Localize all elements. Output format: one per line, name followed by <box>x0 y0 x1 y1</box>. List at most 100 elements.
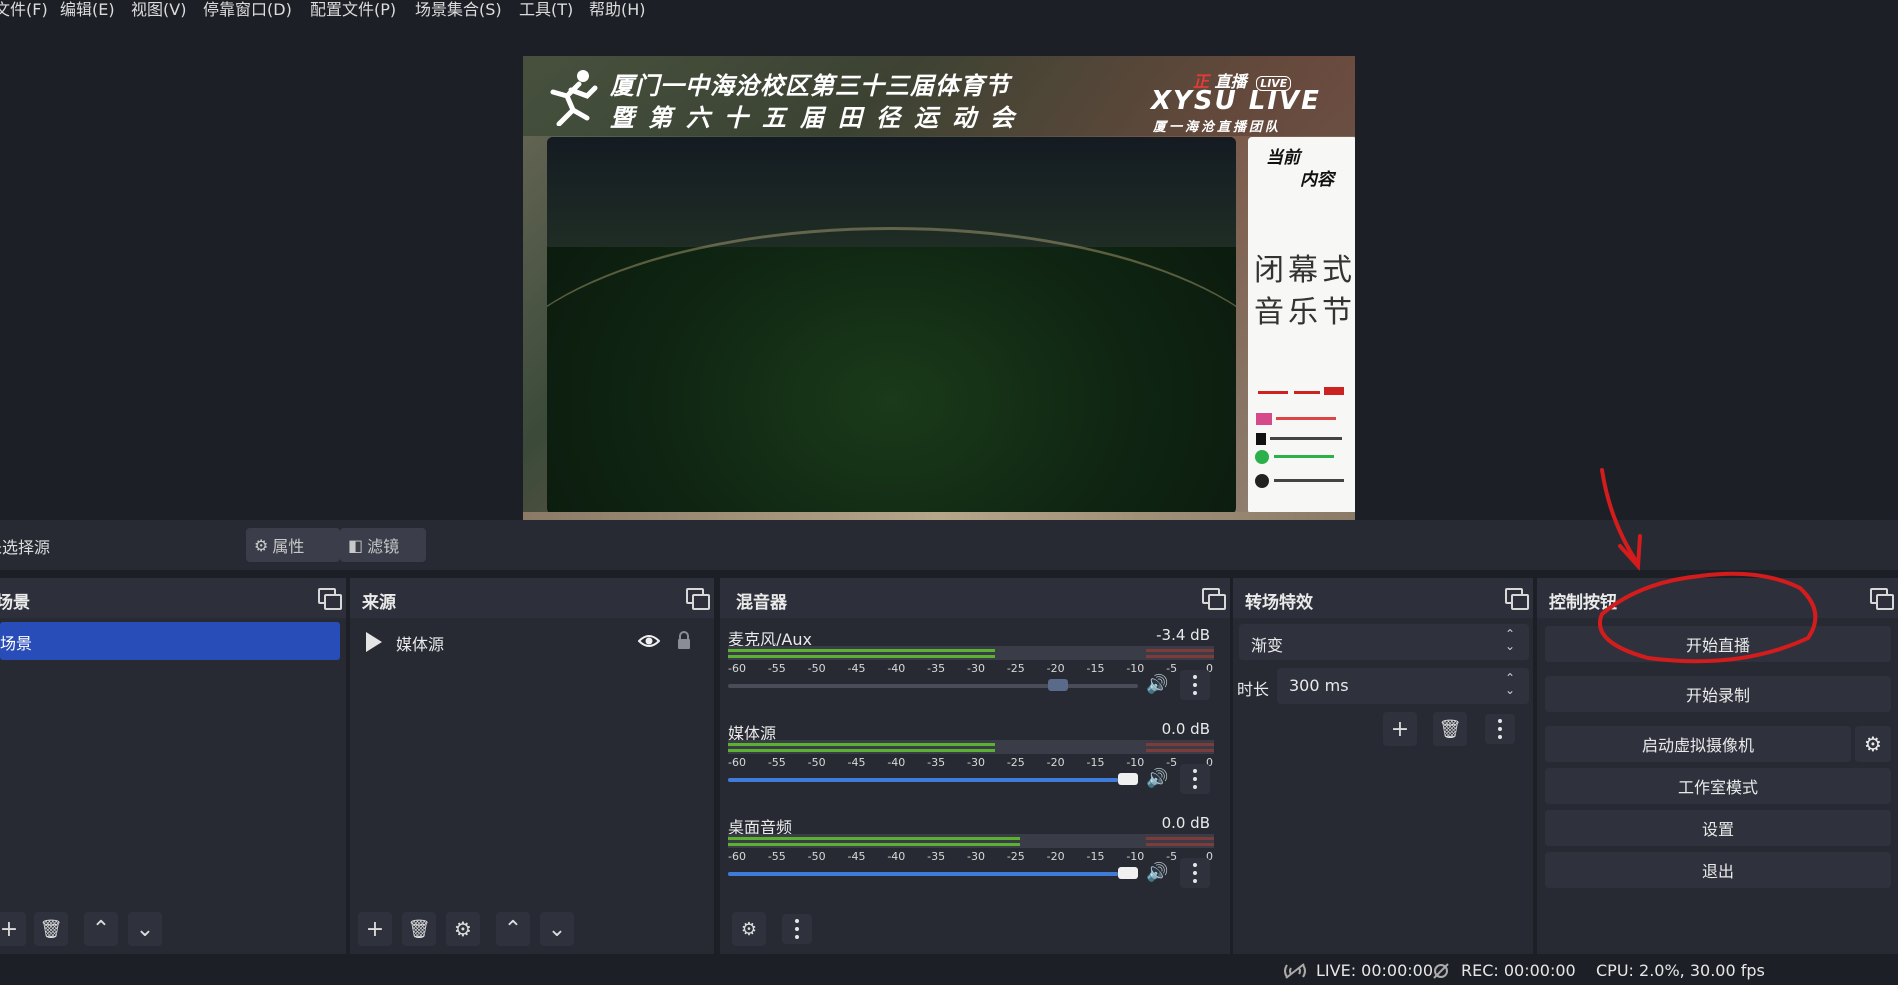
source-list-item[interactable]: 媒体源 <box>362 628 702 658</box>
volume-slider[interactable] <box>728 867 1138 879</box>
virtual-camera-settings-button[interactable]: ⚙ <box>1855 726 1891 762</box>
meter-tick-label: -35 <box>927 756 946 769</box>
remove-transition-button[interactable]: 🗑 <box>1433 712 1467 746</box>
menu-profile[interactable]: 配置文件(P) <box>310 0 396 20</box>
transitions-dock-title: 转场特效 <box>1245 593 1313 613</box>
volume-handle[interactable] <box>1048 679 1068 691</box>
menu-edit[interactable]: 编辑(E) <box>60 0 115 20</box>
advanced-audio-button[interactable]: ⚙ <box>732 912 766 946</box>
volume-slider[interactable] <box>728 679 1138 691</box>
meter-tick-label: -40 <box>887 756 906 769</box>
volume-fill <box>728 778 1118 782</box>
move-scene-down-button[interactable]: ⌄ <box>128 912 162 946</box>
sources-dock-title: 来源 <box>362 593 396 613</box>
remove-scene-button[interactable]: 🗑 <box>34 912 68 946</box>
undock-icon[interactable] <box>318 588 342 610</box>
source-properties-button[interactable]: ⚙ <box>446 912 480 946</box>
exit-button[interactable]: 退出 <box>1545 852 1891 888</box>
mixer-channel: 麦克风/Aux -3.4 dB -60 -55 -50 -45 -40 -35 -30 -25… <box>728 626 1224 706</box>
add-transition-button[interactable]: + <box>1383 712 1417 746</box>
studio-mode-label: 工作室模式 <box>1677 778 1758 797</box>
sources-dock: 来源 媒体源 + 🗑 ⚙ ⌃ ⌄ <box>350 578 714 954</box>
add-source-button[interactable]: + <box>358 912 392 946</box>
transition-select[interactable]: 渐变 ⌃ ⌄ <box>1239 624 1529 660</box>
controls-dock: 控制按钮 开始直播 开始录制 启动虚拟摄像机 ⚙ 工作室模式 设置 退出 <box>1537 578 1898 954</box>
meter-tick-label: -50 <box>807 850 826 863</box>
meter-tick-label: -20 <box>1046 662 1065 675</box>
menu-scene-collection[interactable]: 场景集合(S) <box>415 0 502 20</box>
remove-source-button[interactable]: 🗑 <box>402 912 436 946</box>
settings-button[interactable]: 设置 <box>1545 810 1891 846</box>
kebab-icon <box>1498 717 1502 741</box>
filters-button[interactable]: ◧ 滤镜 <box>340 528 426 562</box>
undock-icon[interactable] <box>1870 588 1894 610</box>
undock-icon[interactable] <box>1202 588 1226 610</box>
exit-label: 退出 <box>1701 862 1734 881</box>
meter-scale: -60 -55 -50 -45 -40 -35 -30 -25 -20 -15 -10 -5 0 <box>728 662 1214 676</box>
volume-handle[interactable] <box>1118 773 1138 785</box>
meter-tick-label: -45 <box>847 850 866 863</box>
move-scene-up-button[interactable]: ⌃ <box>84 912 118 946</box>
controls-dock-header: 控制按钮 <box>1537 578 1898 618</box>
eye-icon[interactable] <box>638 633 660 649</box>
program-preview[interactable]: 厦门一中海沧校区第三十三届体育节 暨第六十五届田径运动会 正 直播 LIVE X… <box>523 56 1355 524</box>
meter-tick-label: -25 <box>1006 850 1025 863</box>
channel-menu-button[interactable] <box>1180 670 1210 700</box>
menu-help[interactable]: 帮助(H) <box>589 0 646 20</box>
start-recording-button[interactable]: 开始录制 <box>1545 676 1891 712</box>
trash-icon: 🗑 <box>1438 718 1462 740</box>
speaker-icon[interactable]: 🔊 <box>1146 768 1168 790</box>
meter-tick-label: -35 <box>927 850 946 863</box>
spin-arrows-icon[interactable]: ⌃ ⌄ <box>1505 672 1515 696</box>
start-streaming-button[interactable]: 开始直播 <box>1545 626 1891 662</box>
meter-tick-label: -30 <box>967 850 985 863</box>
side-content-2: 音乐节 <box>1254 295 1355 330</box>
add-scene-button[interactable]: + <box>0 912 26 946</box>
meter-tick-label: -20 <box>1046 756 1065 769</box>
event-title: 厦门一中海沧校区第三十三届体育节 <box>610 71 1010 100</box>
menu-file[interactable]: 文件(F) <box>0 0 48 20</box>
meter-tick-label: -60 <box>728 850 746 863</box>
meter-tick-label: -35 <box>927 662 946 675</box>
undock-icon[interactable] <box>1505 588 1529 610</box>
updown-icon: ⌃ ⌄ <box>1505 627 1516 653</box>
source-item-label: 媒体源 <box>396 635 445 654</box>
start-virtual-camera-button[interactable]: 启动虚拟摄像机 <box>1545 726 1851 762</box>
duration-spinbox[interactable]: 300 ms ⌃ ⌄ <box>1277 668 1529 704</box>
meter-segment <box>728 743 996 746</box>
mixer-menu-button[interactable] <box>782 914 812 944</box>
volume-meter <box>728 646 1214 660</box>
mixer-channel: 媒体源 0.0 dB -60 -55 -50 -45 -40 -35 -30 -25 -20 -1… <box>728 720 1224 800</box>
volume-handle[interactable] <box>1118 867 1138 879</box>
menu-view[interactable]: 视图(V) <box>131 0 186 20</box>
transition-menu-button[interactable] <box>1485 714 1515 744</box>
rec-icon <box>1433 963 1449 979</box>
properties-button[interactable]: ⚙ 属性 <box>246 528 340 562</box>
move-source-up-button[interactable]: ⌃ <box>496 912 530 946</box>
channel-menu-button[interactable] <box>1180 858 1210 888</box>
meter-tick-label: -30 <box>967 756 985 769</box>
menu-docks[interactable]: 停靠窗口(D) <box>203 0 292 20</box>
side-title-1: 当前 <box>1266 148 1300 168</box>
trash-icon: 🗑 <box>39 918 63 940</box>
studio-mode-button[interactable]: 工作室模式 <box>1545 768 1891 804</box>
meter-tick-label: -20 <box>1046 850 1065 863</box>
meter-tick-label: -50 <box>807 756 826 769</box>
move-source-down-button[interactable]: ⌄ <box>540 912 574 946</box>
lock-icon[interactable] <box>676 630 692 650</box>
meter-tick-label: -15 <box>1086 850 1105 863</box>
chevron-down-icon: ⌄ <box>135 916 155 942</box>
filter-icon: ◧ <box>348 535 364 555</box>
speaker-icon[interactable]: 🔊 <box>1146 862 1168 884</box>
speaker-icon[interactable]: 🔊 <box>1146 674 1168 696</box>
menu-tools[interactable]: 工具(T) <box>519 0 573 20</box>
volume-slider[interactable] <box>728 773 1138 785</box>
meter-segment <box>728 749 996 752</box>
duration-label: 时长 <box>1237 680 1270 699</box>
start-streaming-label: 开始直播 <box>1685 636 1750 655</box>
chevron-up-icon: ⌃ <box>91 916 111 942</box>
meter-tick-label: -55 <box>767 850 786 863</box>
channel-menu-button[interactable] <box>1180 764 1210 794</box>
undock-icon[interactable] <box>686 588 710 610</box>
scene-list-item[interactable]: 场景 <box>0 622 340 660</box>
